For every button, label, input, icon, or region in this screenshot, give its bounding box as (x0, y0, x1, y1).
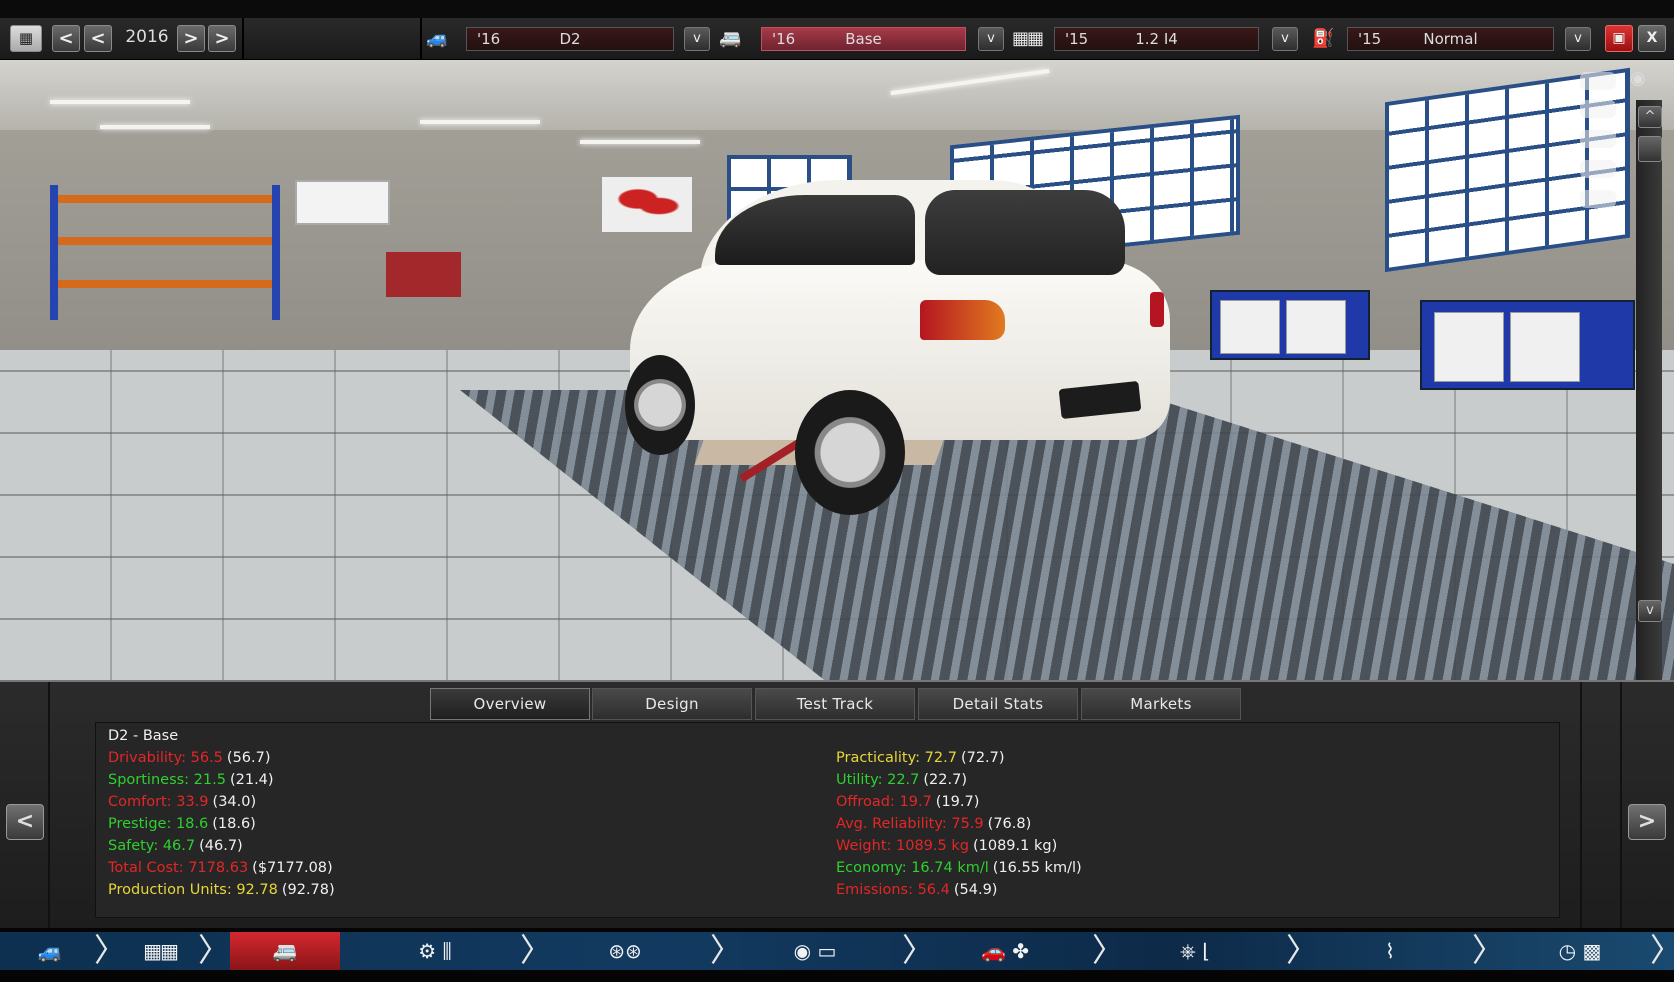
year-label: 2016 (125, 27, 169, 47)
car-model-icon[interactable]: 🚙 (20, 932, 80, 970)
year-prev-fast-button[interactable]: < (52, 25, 80, 52)
ceiling-lamp (580, 140, 700, 144)
model-dropdown-button[interactable]: v (684, 27, 710, 51)
tab-design[interactable]: Design (592, 688, 752, 720)
scroll-up-button[interactable]: ^ (1638, 106, 1662, 128)
save-icon[interactable]: ▣ (1605, 25, 1633, 52)
engine-icon[interactable]: ▦▦ (130, 932, 190, 970)
chevron-right-icon: 〉 (520, 931, 553, 969)
stat-utility: Utility: 22.7 (22.7) (836, 772, 967, 788)
camera-icon[interactable] (1580, 72, 1616, 90)
car-3d-viewport[interactable]: ◉ ^ v (0, 60, 1674, 680)
fuel-system-icon: ⛽ (1312, 28, 1335, 49)
wheel (795, 390, 905, 515)
stat-drivability: Drivability: 56.5 (56.7) (108, 750, 271, 766)
car-model[interactable] (620, 170, 1175, 515)
chevron-right-icon: 〉 (1286, 931, 1319, 969)
stat-economy: Economy: 16.74 km/l (16.55 km/l) (836, 860, 1082, 876)
view-rear-icon[interactable] (1580, 160, 1616, 178)
panel-divider (1580, 682, 1582, 930)
trim-name: Base (845, 30, 882, 48)
chevron-right-icon: 〉 (1092, 931, 1125, 969)
stat-avg-reliability: Avg. Reliability: 75.9 (76.8) (836, 816, 1032, 832)
panel-prev-button[interactable]: < (6, 804, 44, 840)
view-side-icon[interactable] (1580, 130, 1616, 148)
stat-total-cost: Total Cost: 7178.63 ($7177.08) (108, 860, 333, 876)
trim-body-icon[interactable]: 🚐 (230, 932, 340, 970)
ceiling-lamp (50, 100, 190, 104)
stat-offroad: Offroad: 19.7 (19.7) (836, 794, 980, 810)
tool-chest (386, 252, 461, 297)
camera-scrollbar[interactable] (1636, 100, 1662, 680)
engine-name: 1.2 I4 (1135, 30, 1178, 48)
whiteboard (295, 180, 390, 225)
brakes-icon[interactable]: ◉ ▭ (775, 932, 855, 970)
top-toolbar: ▦ < < 2016 > > 🚙 '16 D2 v 🚐 '16 Base v ▦… (0, 0, 1674, 60)
design-stage-nav: 🚙 〉 ▦▦ 〉 🚐 ⚙ ⫼ 〉 ⊛⊛ 〉 ◉ ▭ 〉 🚗 ✤ 〉 ⎈ ⌊ 〉 … (0, 928, 1674, 982)
chevron-right-icon: 〉 (1650, 932, 1674, 968)
chevron-right-icon: 〉 (198, 931, 231, 969)
wheel (625, 355, 695, 455)
fixture-dropdown-button[interactable]: v (1565, 27, 1591, 51)
year-prev-button[interactable]: < (84, 25, 112, 52)
model-name: D2 (559, 30, 581, 48)
chevron-right-icon: 〉 (902, 931, 935, 969)
drivetrain-gearbox-icon[interactable]: ⚙ ⫼ (400, 932, 470, 970)
stat-weight: Weight: 1089.5 kg (1089.1 kg) (836, 838, 1058, 854)
trim-dropdown-button[interactable]: v (978, 27, 1004, 51)
chevron-right-icon: 〉 (94, 931, 127, 969)
stat-production-units: Production Units: 92.78 (92.78) (108, 882, 335, 898)
calendar-icon[interactable]: ▦ (10, 25, 42, 52)
panel-next-button[interactable]: > (1628, 804, 1666, 840)
panel-divider (48, 682, 50, 930)
engine-icon: ▦▦ (1012, 28, 1044, 49)
chevron-right-icon: 〉 (1472, 931, 1505, 969)
trim-body-icon: 🚐 (719, 28, 742, 49)
scroll-thumb[interactable] (1638, 136, 1662, 162)
stat-comfort: Comfort: 33.9 (34.0) (108, 794, 257, 810)
scroll-down-button[interactable]: v (1638, 600, 1662, 622)
overview-title: D2 - Base (108, 728, 179, 744)
engine-select[interactable]: '15 1.2 I4 (1054, 27, 1259, 51)
chevron-right-icon: 〉 (710, 931, 743, 969)
close-button[interactable]: X (1638, 25, 1666, 52)
aero-cooling-icon[interactable]: 🚗 ✤ (940, 932, 1070, 970)
interior-icon[interactable]: ⎈ ⌊ (1160, 932, 1230, 970)
model-select[interactable]: '16 D2 (466, 27, 674, 51)
eye-icon[interactable]: ◉ (1630, 68, 1646, 89)
tab-test-track[interactable]: Test Track (755, 688, 915, 720)
car-model-icon: 🚙 (426, 28, 449, 49)
info-panel: Overview Design Test Track Detail Stats … (0, 680, 1674, 930)
overview-stats: D2 - Base Drivability: 56.5 (56.7) Sporti… (95, 722, 1560, 918)
view-top-icon[interactable] (1580, 190, 1616, 208)
workbench-cabinet (1210, 290, 1370, 360)
toolbar-divider (420, 18, 422, 60)
tab-detail-stats[interactable]: Detail Stats (918, 688, 1078, 720)
storage-shelf (50, 185, 280, 320)
stat-sportiness: Sportiness: 21.5 (21.4) (108, 772, 274, 788)
year-next-fast-button[interactable]: > (208, 25, 236, 52)
trim-select[interactable]: '16 Base (761, 27, 966, 51)
stat-emissions: Emissions: 56.4 (54.9) (836, 882, 998, 898)
suspension-icon[interactable]: ⌇ (1365, 932, 1415, 970)
engine-dropdown-button[interactable]: v (1272, 27, 1298, 51)
stat-practicality: Practicality: 72.7 (72.7) (836, 750, 1005, 766)
automation-car-designer: ▦ < < 2016 > > 🚙 '16 D2 v 🚐 '16 Base v ▦… (0, 0, 1674, 982)
fixture-name: Normal (1423, 30, 1478, 48)
test-track-icon[interactable]: ◷ ▩ (1540, 932, 1620, 970)
panel-divider (1620, 682, 1622, 930)
ceiling-lamp (420, 120, 540, 124)
stat-safety: Safety: 46.7 (46.7) (108, 838, 243, 854)
ceiling-lamp (100, 125, 210, 129)
wheels-icon[interactable]: ⊛⊛ (590, 932, 660, 970)
view-front-icon[interactable] (1580, 100, 1616, 118)
fixture-select[interactable]: '15 Normal (1347, 27, 1554, 51)
stat-prestige: Prestige: 18.6 (18.6) (108, 816, 256, 832)
year-next-button[interactable]: > (177, 25, 205, 52)
tab-markets[interactable]: Markets (1081, 688, 1241, 720)
toolbar-divider (242, 18, 244, 60)
tab-overview[interactable]: Overview (430, 688, 590, 720)
workbench-cabinet (1420, 300, 1635, 390)
